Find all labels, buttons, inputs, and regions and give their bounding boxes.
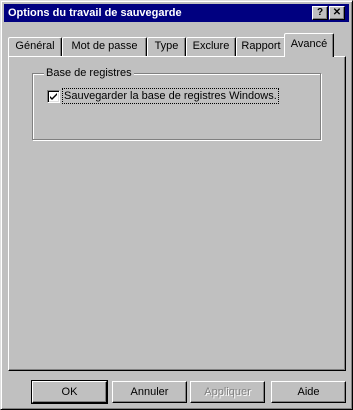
registry-groupbox <box>32 73 321 140</box>
tab-type[interactable]: Type <box>147 37 186 56</box>
backup-registry-label[interactable]: Sauvegarder la base de registres Windows… <box>62 88 279 104</box>
tab-advanced[interactable]: Avancé <box>284 33 334 57</box>
tab-password[interactable]: Mot de passe <box>62 37 147 56</box>
window-title: Options du travail de sauvegarde <box>8 7 182 19</box>
close-icon[interactable]: ✕ <box>329 6 345 20</box>
title-bar[interactable]: Options du travail de sauvegarde ? ✕ <box>4 4 349 22</box>
tab-exclude[interactable]: Exclure <box>186 37 236 56</box>
apply-button[interactable]: Appliquer <box>190 381 265 403</box>
cancel-button[interactable]: Annuler <box>112 381 187 403</box>
check-icon <box>50 93 57 100</box>
backup-registry-checkbox[interactable] <box>47 90 60 103</box>
help-button[interactable]: Aide <box>271 381 346 403</box>
tab-report[interactable]: Rapport <box>236 37 286 56</box>
ok-button[interactable]: OK <box>31 380 108 404</box>
tab-general[interactable]: Général <box>8 37 62 56</box>
help-icon[interactable]: ? <box>312 6 328 20</box>
registry-group-label: Base de registres <box>44 66 134 80</box>
